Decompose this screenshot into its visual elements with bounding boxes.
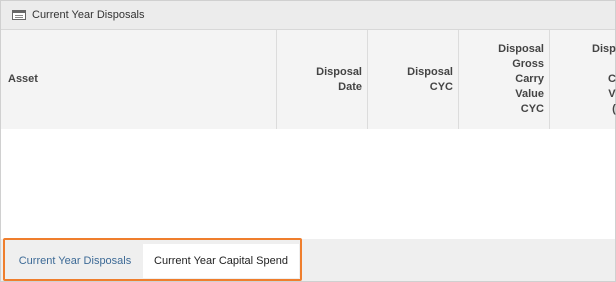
panel-title: Current Year Disposals <box>32 9 145 21</box>
grid-header: Asset Disposal Date Disposal CYC Disposa… <box>1 30 616 129</box>
column-header-disposal-gross-carry-value-cyc[interactable]: Disposal Gross Carry Value CYC <box>459 30 550 129</box>
column-header-label: Asset <box>8 73 38 85</box>
column-header-label: Disp <box>592 43 616 55</box>
column-header-label: Value <box>515 88 544 100</box>
tab-label: Current Year Disposals <box>18 255 132 267</box>
tab-bar: Current Year Disposals Current Year Capi… <box>1 239 615 281</box>
column-header-label: Carry <box>515 73 544 85</box>
disposals-panel: Current Year Disposals Asset Disposal Da… <box>0 0 616 282</box>
column-header-label: Disposal <box>407 65 453 78</box>
tab-label: Current Year Capital Spend <box>154 255 288 267</box>
tab-current-year-disposals[interactable]: Current Year Disposals <box>7 244 143 278</box>
column-header-label: Gross <box>512 58 544 70</box>
column-header-label: CYC <box>520 103 544 115</box>
column-header-label: Disposal <box>316 65 362 78</box>
column-header-label: V <box>608 88 616 100</box>
table-icon <box>12 10 26 20</box>
column-header-disposal-date[interactable]: Disposal Date <box>277 30 368 129</box>
column-header-disposal-cyc[interactable]: Disposal CYC <box>368 30 459 129</box>
tab-current-year-capital-spend[interactable]: Current Year Capital Spend <box>143 244 299 278</box>
column-header-disp-truncated[interactable]: Disp C V ( <box>550 30 616 129</box>
column-header-asset[interactable]: Asset <box>1 30 277 129</box>
panel-titlebar: Current Year Disposals <box>1 1 615 30</box>
grid-body <box>1 129 615 239</box>
column-header-label: C <box>608 73 616 85</box>
column-header-label: Date <box>338 80 362 93</box>
column-header-label: CYC <box>429 80 453 93</box>
column-header-label <box>592 57 616 72</box>
column-header-label: ( <box>612 103 616 115</box>
column-header-label: Disposal <box>498 43 544 55</box>
